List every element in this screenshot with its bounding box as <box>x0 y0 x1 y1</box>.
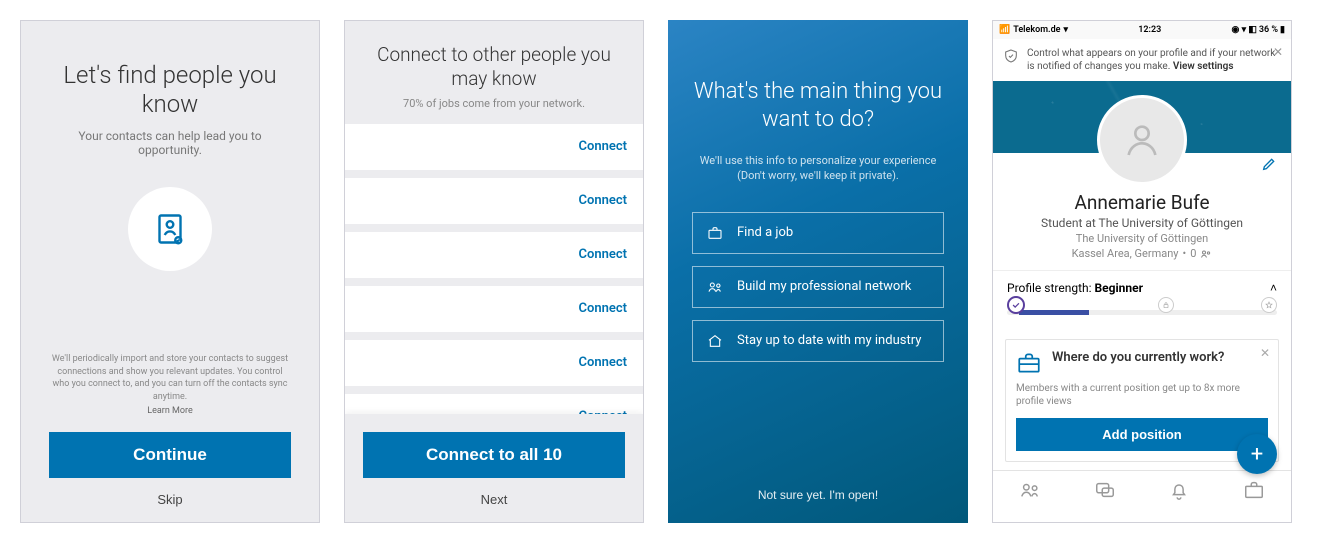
subheadline: Your contacts can help lead you to oppor… <box>49 129 291 157</box>
bottom-nav <box>993 470 1291 512</box>
fab-add-button[interactable]: + <box>1237 434 1277 474</box>
suggestion-row: Connect <box>345 286 643 332</box>
people-icon <box>707 279 723 295</box>
connect-button[interactable]: Connect <box>578 247 627 262</box>
profile-strength-section: Profile strength: Beginner ˄ <box>993 270 1291 331</box>
profile-hero <box>993 81 1291 153</box>
screen-intent: What's the main thing you want to do? We… <box>668 20 968 523</box>
edit-icon[interactable] <box>1261 156 1277 175</box>
battery-icon: ▮ <box>1280 25 1285 35</box>
option-find-job[interactable]: Find a job <box>692 212 944 254</box>
avatar[interactable] <box>1097 95 1187 185</box>
suggestion-row: Connect <box>345 232 643 278</box>
people-icon <box>1200 248 1212 260</box>
indicator-icons: ◉ ▾ ◧ <box>1232 25 1257 35</box>
option-industry-updates[interactable]: Stay up to date with my industry <box>692 320 944 362</box>
contacts-icon <box>128 187 212 271</box>
profile-university: The University of Göttingen <box>1009 232 1275 245</box>
star-icon <box>1261 297 1277 313</box>
nav-notifications-icon[interactable] <box>1168 479 1190 504</box>
connect-button[interactable]: Connect <box>578 193 627 208</box>
screen-connect-suggestions: Connect to other people you may know 70%… <box>344 20 644 523</box>
prompt-card: ✕ Where do you currently work? Members w… <box>1005 339 1279 462</box>
connect-button[interactable]: Connect <box>578 301 627 316</box>
option-build-network[interactable]: Build my professional network <box>692 266 944 308</box>
shield-icon <box>1003 48 1019 64</box>
signal-icon: 📶 <box>999 25 1010 35</box>
profile-location: Kassel Area, Germany• 0 <box>1009 247 1275 260</box>
nav-jobs-icon[interactable] <box>1243 479 1265 504</box>
next-button[interactable]: Next <box>481 492 508 507</box>
card-title: Where do you currently work? <box>1052 350 1224 366</box>
nav-messaging-icon[interactable] <box>1094 479 1116 504</box>
suggestion-row: Connect <box>345 340 643 386</box>
suggestion-list: Connect Connect Connect Connect Connect … <box>345 124 643 415</box>
nav-network-icon[interactable] <box>1019 479 1041 504</box>
carrier-label: Telekom.de <box>1013 25 1060 35</box>
strength-bar <box>1007 303 1277 321</box>
home-icon <box>707 333 723 349</box>
suggestion-row: Connect <box>345 178 643 224</box>
person-icon <box>1122 120 1162 160</box>
clock-label: 12:23 <box>1138 25 1161 35</box>
skip-button[interactable]: Skip <box>157 492 182 507</box>
headline: What's the main thing you want to do? <box>692 78 944 133</box>
briefcase-icon <box>707 225 723 241</box>
suggestion-row: Connect <box>345 124 643 170</box>
subheadline: 70% of jobs come from your network. <box>369 97 619 110</box>
close-icon[interactable]: ✕ <box>1273 45 1283 61</box>
view-settings-link[interactable]: View settings <box>1173 61 1234 72</box>
strength-level: Beginner <box>1095 281 1144 295</box>
screen-profile: 📶 Telekom.de ▾ 12:23 ◉ ▾ ◧ 36 % ▮ Contro… <box>992 20 1292 523</box>
continue-button[interactable]: Continue <box>49 432 291 478</box>
headline: Connect to other people you may know <box>369 43 619 91</box>
status-bar: 📶 Telekom.de ▾ 12:23 ◉ ▾ ◧ 36 % ▮ <box>993 21 1291 39</box>
connect-button[interactable]: Connect <box>578 139 627 154</box>
close-icon[interactable]: ✕ <box>1260 346 1270 360</box>
subheadline: We'll use this info to personalize your … <box>692 153 944 184</box>
screen-find-people: Let's find people you know Your contacts… <box>20 20 320 523</box>
check-icon <box>1007 296 1025 314</box>
card-subtitle: Members with a current position get up t… <box>1016 382 1268 408</box>
profile-name: Annemarie Bufe <box>1009 191 1275 214</box>
headline: Let's find people you know <box>49 61 291 119</box>
add-position-button[interactable]: Add position <box>1016 418 1268 451</box>
connections-count: 0 <box>1190 247 1196 260</box>
wifi-icon: ▾ <box>1064 25 1069 35</box>
disclaimer-text: We'll periodically import and store your… <box>49 353 291 418</box>
briefcase-icon <box>1016 350 1042 376</box>
battery-label: 36 % <box>1259 25 1278 35</box>
chevron-up-icon[interactable]: ˄ <box>1270 281 1277 295</box>
connect-button[interactable]: Connect <box>578 355 627 370</box>
learn-more-link[interactable]: Learn More <box>49 405 291 418</box>
not-sure-button[interactable]: Not sure yet. I'm open! <box>758 488 878 502</box>
suggestion-row: Connect <box>345 394 643 415</box>
connect-all-button[interactable]: Connect to all 10 <box>363 432 625 478</box>
profile-role: Student at The University of Göttingen <box>1009 216 1275 230</box>
notice-banner: Control what appears on your profile and… <box>993 39 1291 81</box>
